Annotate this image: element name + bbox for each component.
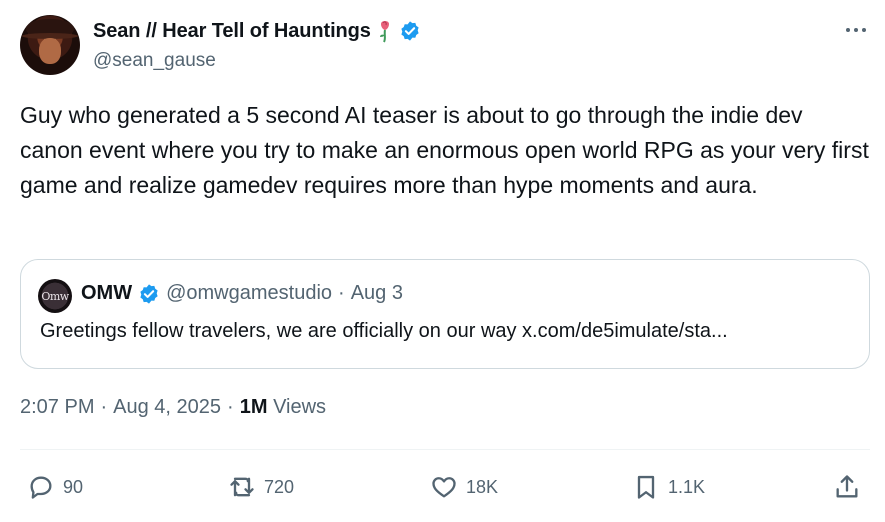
- bookmark-count: 1.1K: [668, 476, 706, 497]
- quote-avatar[interactable]: Omw: [38, 279, 72, 313]
- bookmark-icon: [637, 475, 655, 499]
- quote-date: Aug 3: [350, 282, 403, 304]
- tweet-text: Guy who generated a 5 second AI teaser i…: [20, 102, 869, 198]
- quote-header: OMW @omwgamestudio · Aug 3: [81, 282, 403, 305]
- views-label: Views: [273, 396, 327, 418]
- tweet-time[interactable]: 2:07 PM: [20, 396, 94, 419]
- share-button[interactable]: [833, 470, 861, 504]
- more-icon[interactable]: [843, 20, 869, 40]
- views-count: 1M: [239, 396, 268, 418]
- tweet: Sean // Hear Tell of Hauntings @sean_gau…: [0, 0, 885, 522]
- rose-icon: [379, 21, 389, 43]
- quote-handle: @omwgamestudio: [166, 282, 333, 304]
- views-count-wrap: 1M Views: [240, 396, 326, 419]
- quote-name: OMW: [81, 282, 133, 304]
- tweet-meta: 2:07 PM · Aug 4, 2025 · 1M Views: [20, 396, 326, 419]
- reply-count: 90: [63, 476, 84, 497]
- author-display-name[interactable]: Sean // Hear Tell of Hauntings: [93, 20, 371, 43]
- author-name-row: Sean // Hear Tell of Hauntings: [93, 17, 421, 45]
- reply-button[interactable]: 90: [27, 470, 83, 504]
- repost-button[interactable]: 720: [228, 470, 294, 504]
- meta-separator: ·: [100, 396, 108, 418]
- repost-count: 720: [264, 476, 295, 497]
- author-avatar[interactable]: [20, 15, 80, 75]
- repost-icon: [230, 477, 254, 497]
- quote-avatar-logo: Omw: [41, 289, 69, 303]
- divider: [20, 449, 870, 450]
- verified-icon: [401, 21, 419, 41]
- author-handle[interactable]: @sean_gause: [93, 50, 216, 72]
- verified-icon: [140, 283, 158, 304]
- meta-separator: ·: [227, 396, 234, 418]
- tweet-date[interactable]: Aug 4, 2025: [113, 396, 221, 419]
- quote-text: Greetings fellow travelers, we are offic…: [40, 320, 728, 342]
- like-count: 18K: [466, 476, 499, 497]
- bookmark-button[interactable]: 1.1K: [632, 470, 705, 504]
- quoted-tweet[interactable]: Omw OMW @omwgamestudio · Aug 3 Greetings…: [20, 259, 870, 369]
- quote-separator: ·: [338, 282, 345, 304]
- share-icon: [836, 475, 858, 498]
- reply-icon: [30, 476, 52, 499]
- like-icon: [432, 477, 456, 498]
- like-button[interactable]: 18K: [430, 470, 498, 504]
